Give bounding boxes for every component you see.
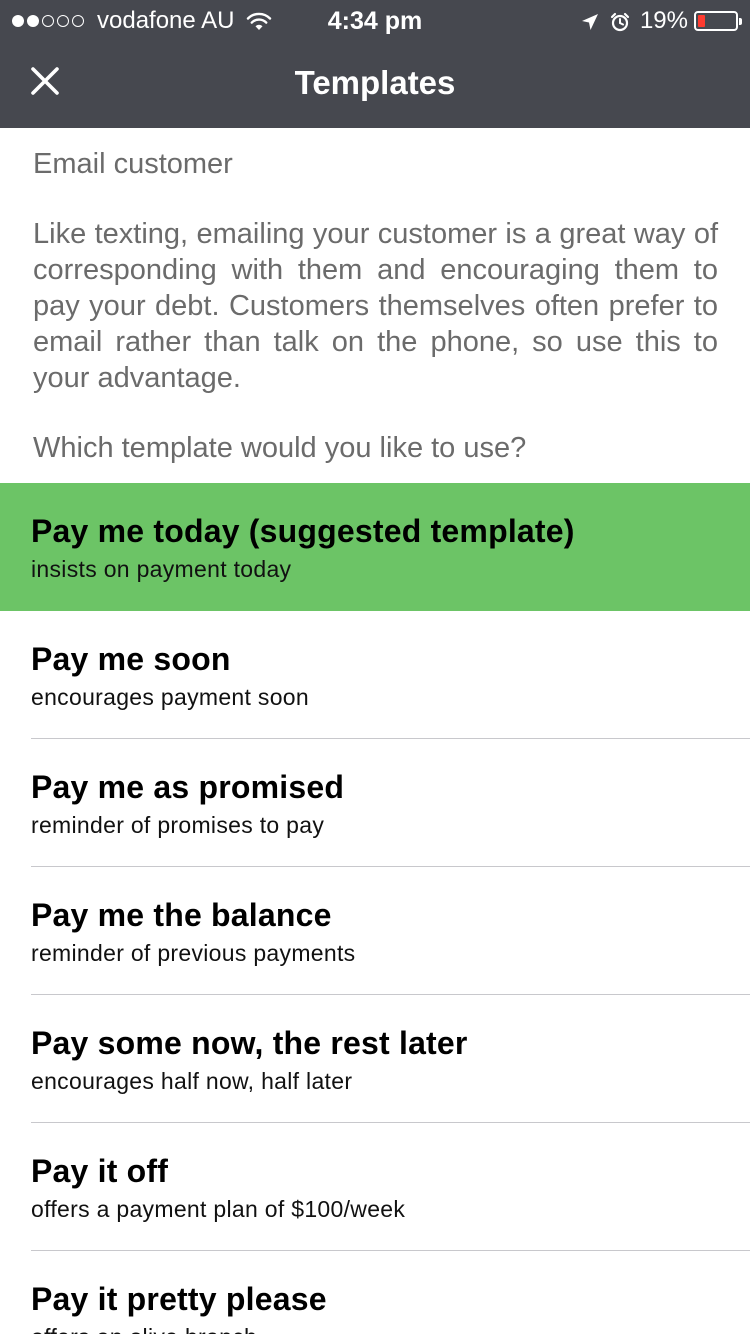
template-item[interactable]: Pay it pretty please offers an olive bran… xyxy=(0,1251,750,1334)
template-item[interactable]: Pay me soon encourages payment soon xyxy=(0,611,750,739)
alarm-clock-icon xyxy=(610,11,630,32)
template-title: Pay me the balance xyxy=(31,897,332,933)
template-title: Pay it off xyxy=(31,1153,169,1189)
template-subtitle: reminder of promises to pay xyxy=(31,812,325,838)
template-title: Pay me soon xyxy=(31,641,231,677)
template-item[interactable]: Pay me the balance reminder of previous p… xyxy=(0,867,750,995)
template-subtitle: reminder of previous payments xyxy=(31,940,356,966)
template-title: Pay some now, the rest later xyxy=(31,1025,468,1061)
template-subtitle: insists on payment today xyxy=(31,556,292,582)
template-subtitle: encourages payment soon xyxy=(31,684,309,710)
battery-percent: 19% xyxy=(639,7,688,34)
intro-section: Email customer Like texting, emailing yo… xyxy=(33,144,718,468)
template-question: Which template would you like to use? xyxy=(33,432,527,464)
template-item[interactable]: Pay it off offers a payment plan of $100/… xyxy=(0,1123,750,1251)
template-subtitle: offers a payment plan of $100/week xyxy=(31,1196,406,1222)
template-title: Pay it pretty please xyxy=(31,1281,327,1317)
template-subtitle: offers an olive branch xyxy=(31,1324,257,1334)
battery-icon xyxy=(694,11,742,31)
battery-level-fill xyxy=(698,15,705,27)
template-title: Pay me as promised xyxy=(31,769,345,805)
status-bar: vodafone AU 4:34 pm 19% xyxy=(0,0,750,40)
nav-bar: Templates xyxy=(0,40,750,128)
template-item[interactable]: Pay me today (suggested template) insists… xyxy=(0,483,750,611)
page-title: Templates xyxy=(294,64,456,101)
status-right: 19% xyxy=(580,7,742,35)
template-item[interactable]: Pay me as promised reminder of promises t… xyxy=(0,739,750,867)
template-list: Pay me today (suggested template) insists… xyxy=(0,483,750,1334)
template-subtitle: encourages half now, half later xyxy=(31,1068,353,1094)
template-item[interactable]: Pay some now, the rest later encourages h… xyxy=(0,995,750,1123)
location-arrow-icon xyxy=(580,11,600,31)
intro-heading: Email customer xyxy=(33,148,233,180)
template-title: Pay me today (suggested template) xyxy=(31,513,575,549)
intro-description: Like texting, emailing your customer is … xyxy=(33,218,718,394)
screen: vodafone AU 4:34 pm 19% Templates Email … xyxy=(0,0,750,1334)
